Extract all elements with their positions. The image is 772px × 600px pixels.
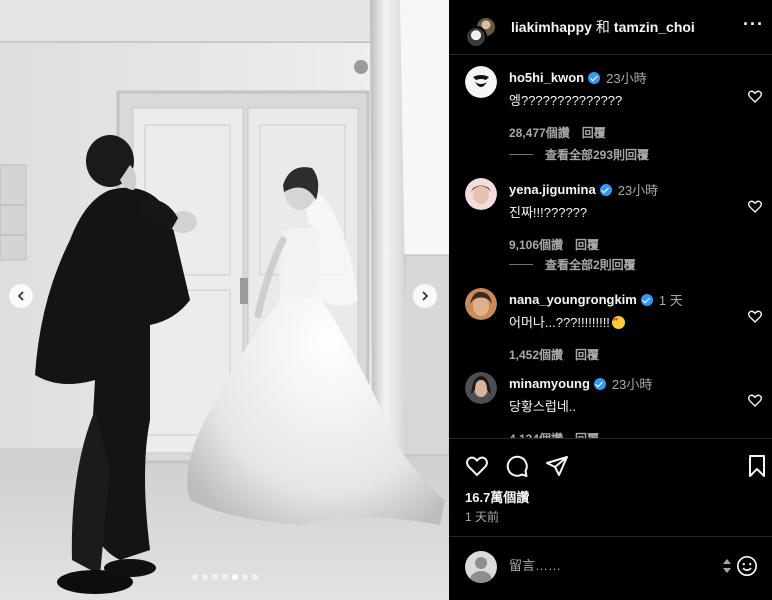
share-icon[interactable] [545,454,569,478]
comment-like-heart-icon[interactable] [747,198,763,214]
comment-likes[interactable]: 28,477個讚 [509,124,570,141]
avatar[interactable] [465,288,497,320]
reply-button[interactable]: 回覆 [575,236,599,253]
chevron-left-icon [17,291,24,301]
comment-likes[interactable]: 4,134個讚 [509,430,563,438]
comment-text: 엥?????????????? [509,93,623,108]
comment-text: 당황스럽네.. [509,399,577,414]
comment-like-heart-icon[interactable] [747,88,763,104]
view-replies-button[interactable]: 查看全部2則回覆 [509,256,636,273]
divider [509,264,533,265]
heart-icon[interactable] [465,454,489,478]
more-options-button[interactable]: ··· [743,14,764,35]
verified-badge-icon [599,183,612,196]
verified-badge-icon [640,293,653,306]
carousel-dot[interactable] [251,574,258,580]
post-side-panel: liakimhappy 和 tamzin_choi ··· ho5hi_kwon 23… [449,0,772,600]
reply-button[interactable]: 回覆 [575,430,599,438]
comment-username[interactable]: ho5hi_kwon [509,70,584,85]
bookmark-icon[interactable] [745,454,769,478]
comment-icon[interactable] [505,454,529,478]
author-link-secondary[interactable]: tamzin_choi [614,19,695,35]
author-joiner: 和 [595,19,610,35]
carousel-dot[interactable] [241,574,248,580]
carousel-next-button[interactable] [413,284,437,308]
avatar[interactable] [465,26,487,48]
heart-eyes-emoji-icon [611,316,625,329]
reply-button[interactable]: 回覆 [575,346,599,363]
comments-list: ho5hi_kwon 23小時 엥?????????????? 28,477個讚回… [449,56,772,438]
comment-like-heart-icon[interactable] [747,392,763,408]
resize-handle-icon[interactable] [721,557,733,575]
carousel-dot[interactable] [221,574,228,580]
author-link-primary[interactable]: liakimhappy [511,19,592,35]
view-replies-button[interactable]: 查看全部293則回覆 [509,146,649,163]
more-icon: ··· [743,14,764,34]
collab-avatars[interactable] [463,8,501,48]
carousel-dot[interactable] [201,574,208,580]
view-replies-label[interactable]: 查看全部293則回覆 [545,146,649,163]
comment-username[interactable]: minamyoung [509,376,590,391]
comment-composer [449,536,772,600]
comment-like-heart-icon[interactable] [747,308,763,324]
post-header: liakimhappy 和 tamzin_choi ··· [449,0,772,55]
carousel-dot[interactable] [191,574,198,580]
comment-time: 1 天 [658,293,683,308]
verified-badge-icon [588,71,601,84]
comment-text: 어머나...???!!!!!!!!! [509,315,610,330]
comment-time: 23小時 [617,183,659,198]
comment-text-wrapper: 어머나...???!!!!!!!!! [509,312,729,331]
post-time[interactable]: 1 天前 [465,508,499,525]
carousel-dot[interactable] [231,574,238,580]
wedding-photo-image [0,0,449,600]
emoji-icon[interactable] [736,555,758,577]
chevron-right-icon [422,291,429,301]
comment-input[interactable] [509,558,709,573]
comment-time: 23小時 [611,377,653,392]
post-actions: 16.7萬個讚 1 天前 [449,438,772,524]
view-replies-label[interactable]: 查看全部2則回覆 [545,256,636,273]
comment-likes[interactable]: 1,452個讚 [509,346,563,363]
comment-time: 23小時 [606,71,647,86]
carousel-dot[interactable] [211,574,218,580]
carousel-indicator [0,574,449,580]
comment-username[interactable]: yena.jigumina [509,182,596,197]
reply-button[interactable]: 回覆 [582,124,606,141]
post-photo [0,0,449,600]
verified-badge-icon [593,377,606,390]
avatar[interactable] [465,178,497,210]
divider [509,154,533,155]
carousel-prev-button[interactable] [9,284,33,308]
avatar[interactable] [465,372,497,404]
comment-text: 진짜!!!?????? [509,205,588,220]
likes-count[interactable]: 16.7萬個讚 [465,487,529,506]
avatar[interactable] [465,66,497,98]
comment-username[interactable]: nana_youngrongkim [509,292,637,307]
avatar [465,551,497,583]
comment-likes[interactable]: 9,106個讚 [509,236,563,253]
post-authors: liakimhappy 和 tamzin_choi [511,17,695,37]
